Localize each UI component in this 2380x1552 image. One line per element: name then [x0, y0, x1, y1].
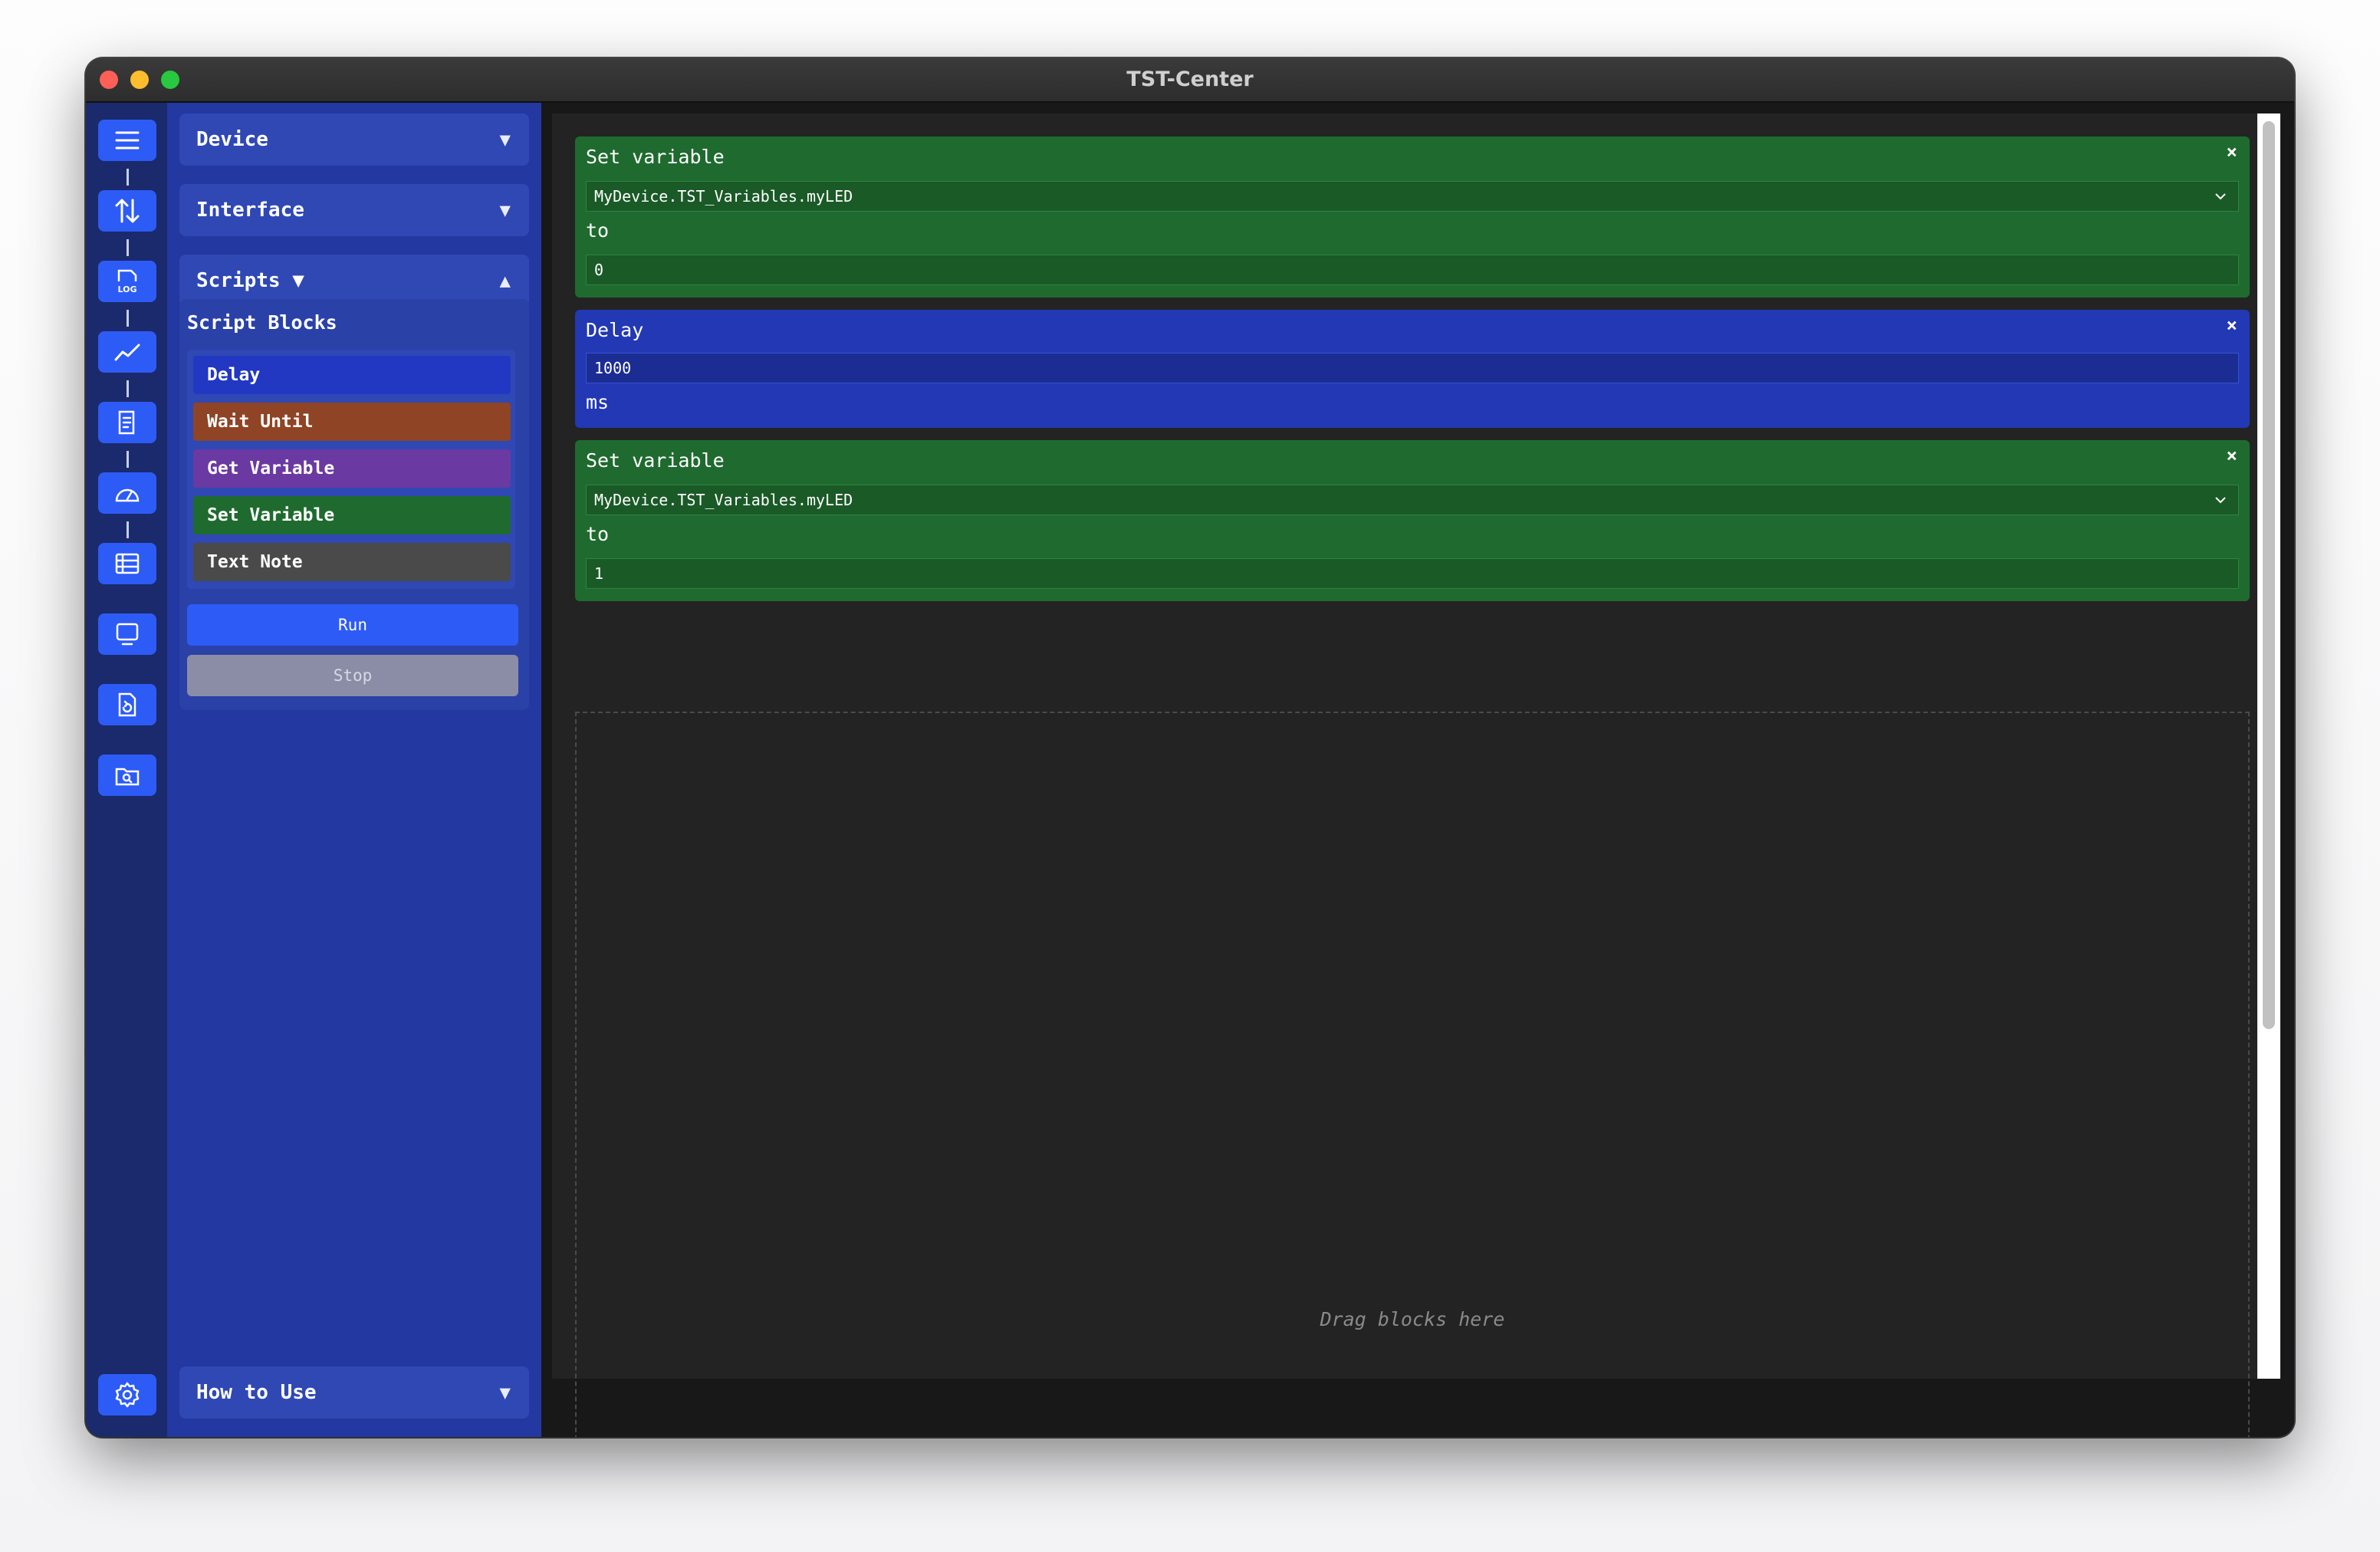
to-label: to — [586, 219, 610, 242]
monitor-icon — [116, 623, 139, 646]
script-block-palette: Delay Wait Until Get Variable Set Variab… — [187, 350, 515, 589]
rail-connector — [127, 169, 129, 186]
drop-zone-hint: Drag blocks here — [1320, 1308, 1505, 1330]
palette-block-set-variable[interactable]: Set Variable — [193, 496, 511, 534]
scrollbar-thumb[interactable] — [2263, 121, 2275, 1029]
scripts-panel: Script Blocks Delay Wait Until Get Varia… — [179, 299, 529, 710]
close-icon[interactable]: × — [2227, 445, 2237, 466]
chart-line-icon — [114, 344, 140, 361]
workspace-block-set-variable[interactable]: Set variable × MyDevice.TST_Variables.my… — [575, 136, 2250, 298]
section-interface[interactable]: Interface ▼ — [179, 184, 529, 236]
vertical-scrollbar[interactable] — [2257, 113, 2280, 1379]
close-icon[interactable]: × — [2227, 314, 2237, 336]
rail-connector — [127, 380, 129, 397]
section-how-to-use-label: How to Use — [196, 1381, 317, 1404]
folder-search-icon — [115, 768, 140, 786]
main-area: Set variable × MyDevice.TST_Variables.my… — [541, 103, 2294, 1437]
script-blocks-title: Script Blocks — [187, 311, 337, 334]
rail-transfer-button[interactable] — [98, 190, 156, 232]
drop-zone[interactable]: Drag blocks here — [575, 712, 2250, 1437]
rail-connector — [127, 521, 129, 538]
chevron-up-icon: ▲ — [499, 270, 511, 291]
rail-gauge-button[interactable] — [98, 472, 156, 514]
delay-unit-label: ms — [586, 391, 610, 413]
rail-table-button[interactable] — [98, 543, 156, 584]
value-input[interactable]: 0 — [586, 255, 2239, 285]
log-icon: LOG — [118, 269, 137, 294]
section-device[interactable]: Device ▼ — [179, 113, 529, 166]
palette-block-text-note[interactable]: Text Note — [193, 543, 511, 581]
window-title: TST-Center — [1126, 67, 1254, 91]
rail-connector — [127, 239, 129, 256]
app-window: TST-Center LOG Device ▼ Interface ▼ Scri… — [86, 58, 2294, 1437]
workspace-block-set-variable[interactable]: Set variable × MyDevice.TST_Variables.my… — [575, 440, 2250, 601]
stop-button[interactable]: Stop — [187, 655, 518, 696]
delay-input[interactable]: 1000 — [586, 353, 2239, 383]
chevron-down-icon — [2215, 193, 2226, 200]
sidebar: Device ▼ Interface ▼ Scripts ▼ ▲ Script … — [167, 103, 541, 1437]
value-input[interactable]: 1 — [586, 558, 2239, 589]
to-label: to — [586, 523, 610, 545]
script-document-icon — [118, 410, 135, 435]
block-title: Set variable — [586, 449, 725, 472]
palette-block-wait-until[interactable]: Wait Until — [193, 403, 511, 441]
section-device-label: Device — [196, 128, 268, 151]
section-interface-label: Interface — [196, 199, 304, 222]
variable-select-value: MyDevice.TST_Variables.myLED — [594, 491, 853, 509]
palette-block-delay[interactable]: Delay — [193, 356, 511, 394]
rail-connector — [127, 310, 129, 327]
rail-folder-button[interactable] — [98, 755, 156, 796]
transfer-arrows-icon — [115, 199, 140, 223]
block-title: Set variable — [586, 146, 725, 168]
variable-select[interactable]: MyDevice.TST_Variables.myLED — [586, 181, 2239, 212]
rail-chart-button[interactable] — [98, 331, 156, 373]
rail-file-button[interactable] — [98, 684, 156, 725]
rail-connector — [127, 451, 129, 468]
title-bar: TST-Center — [86, 58, 2294, 103]
run-button[interactable]: Run — [187, 604, 518, 646]
rail-settings-button[interactable] — [98, 1374, 156, 1416]
chevron-down-icon: ▼ — [499, 199, 511, 221]
close-icon[interactable]: × — [2227, 141, 2237, 163]
rail-monitor-button[interactable] — [98, 613, 156, 655]
menu-icon — [115, 131, 140, 150]
rail-script-button[interactable] — [98, 402, 156, 443]
rail-log-button[interactable]: LOG — [98, 261, 156, 302]
palette-block-get-variable[interactable]: Get Variable — [193, 449, 511, 488]
section-how-to-use[interactable]: How to Use ▼ — [179, 1366, 529, 1419]
rail-menu-button[interactable] — [98, 120, 156, 161]
icon-rail: LOG — [86, 103, 167, 1437]
chevron-down-icon: ▼ — [499, 129, 511, 150]
script-canvas[interactable]: Set variable × MyDevice.TST_Variables.my… — [552, 113, 2257, 1437]
gauge-icon — [115, 488, 140, 502]
variable-select-value: MyDevice.TST_Variables.myLED — [594, 187, 853, 206]
chevron-down-icon: ▼ — [499, 1382, 511, 1403]
file-refresh-icon — [118, 692, 136, 717]
block-title: Delay — [586, 319, 644, 341]
workspace-block-delay[interactable]: Delay × 1000 ms — [575, 310, 2250, 428]
svg-text:LOG: LOG — [118, 284, 137, 294]
variable-select[interactable]: MyDevice.TST_Variables.myLED — [586, 485, 2239, 515]
chevron-down-icon — [2215, 497, 2226, 504]
table-icon — [115, 553, 140, 574]
section-scripts-label: Scripts ▼ — [196, 269, 304, 292]
gear-icon — [115, 1382, 140, 1408]
